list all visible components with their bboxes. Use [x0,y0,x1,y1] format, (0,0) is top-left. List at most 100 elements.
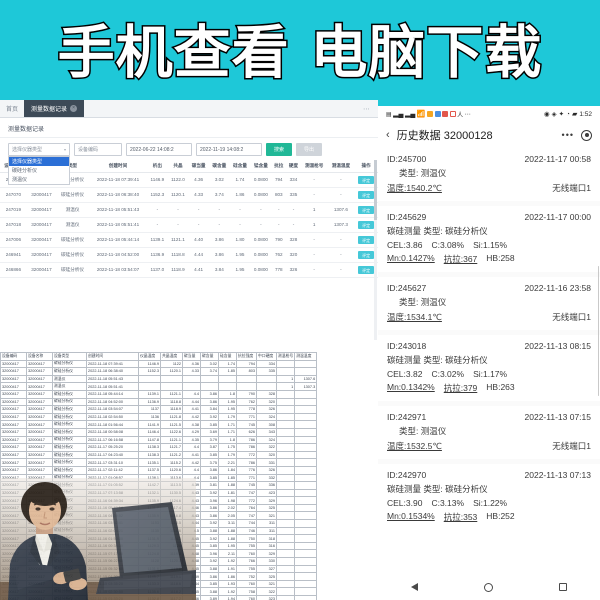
excel-row[interactable]: 32000417 32000417 碳硅分析仪 2022-11-17 02:11:42… [0,465,318,475]
excel-cell-2: 碳硅分析仪 [52,359,87,369]
entry-measure-row: 碳硅测量 类型: 碳硅分析仪 [387,484,488,494]
excel-row[interactable]: 32000417 32000417 测温仪 2022-11-18 05:51:43 1 1… [0,374,318,384]
table-row[interactable]: 247019 32000417 测温仪 2022-11-18 05:51:43- - - -… [0,202,378,218]
history-entry-card[interactable]: ID:245700 2022-11-17 00:58 类型: 测温仪 温度:1540.… [378,148,600,201]
table-cell-12: - [300,187,328,203]
excel-cell-12 [294,534,318,543]
history-entry-card[interactable]: ID:245629 2022-11-17 00:00 碳硅测量 类型: 碳硅分析仪 C… [378,206,600,272]
entry-timestamp: 2022-11-13 07:15 [524,412,591,422]
history-entry-card[interactable]: ID:243018 2022-11-13 08:15 碳硅测量 类型: 碳硅分析仪 C… [378,335,600,401]
date-from-input[interactable]: 2022-06-22 14:08:2 [126,143,192,156]
table-row[interactable]: 246941 32000417 碳硅分析仪 2022-11-18 04:52:00 11… [0,247,378,263]
home-circle-icon[interactable] [484,582,493,592]
evaluate-button[interactable]: 评定 [358,266,375,274]
entry-temperature: 温度:1532.5℃ [387,441,442,451]
excel-row[interactable]: 32000417 32000417 测温仪 2022-11-18 05:51:41 1 1… [0,382,318,391]
table-cell-6: - [188,217,209,233]
excel-cell-8: 1.85 [218,367,237,376]
excel-cell-5: 1121.1 [160,389,183,399]
dropdown-option-2[interactable]: 测温仪 [9,175,69,184]
excel-row[interactable]: 32000417 32000417 碳硅分析仪 2022-11-18 06:38:40… [0,367,318,376]
table-row[interactable]: 246866 32000417 碳硅分析仪 2022-11-18 03:54:07 11… [0,262,378,278]
back-triangle-icon[interactable] [411,583,418,591]
excel-row[interactable]: 32000417 32000417 碳硅分析仪 2022-11-18 04:52:00… [0,397,318,407]
table-cell-9: 0.0800 [250,262,272,278]
close-circle-icon[interactable] [581,129,592,141]
recents-square-icon[interactable] [559,583,567,591]
table-row[interactable]: 247018 32000417 测温仪 2022-11-18 05:51:41- - - -… [0,217,378,233]
entry-si: Si:1.17% [473,369,508,379]
excel-cell-11 [275,488,296,498]
back-icon[interactable]: ‹ [386,129,390,141]
table-cell-1: 32000417 [26,217,57,233]
table-scrollbar-thumb[interactable] [374,160,377,220]
table-cell-6: 4.36 [188,172,209,188]
evaluate-button[interactable]: 评定 [358,251,375,259]
excel-cell-4: 1147.8 [138,435,161,445]
device-type-select[interactable]: 选择仪器类型 ▾ [8,143,70,156]
excel-cell-9: 755 [236,564,257,574]
excel-cell-12 [294,443,318,452]
excel-row[interactable]: 32000417 32000417 碳硅分析仪 2022-11-17 04:23:40… [0,450,318,460]
evaluate-button[interactable]: 评定 [358,191,375,199]
excel-cell-8: 1.84 [218,465,237,475]
excel-row[interactable]: 32000417 32000417 碳硅分析仪 2022-11-18 07:39:41… [0,359,318,369]
table-cell-5: 1118.9 [167,262,189,278]
table-body: 24714432000417碳硅分析仪2022-11-18 07:39:4111… [0,172,378,278]
table-cell-7: 3.86 [208,247,230,263]
excel-cell-11: 1 [275,382,296,391]
phone-scrollbar[interactable] [597,266,599,396]
dropdown-option-1[interactable]: 碳硅分析仪 [9,166,69,175]
signal-icon: ▂▄ [393,111,404,118]
excel-cell-5: 1118.8 [160,397,183,407]
excel-row[interactable]: 32000417 32000417 碳硅分析仪 2022-11-18 00:58:08… [0,427,318,437]
table-row[interactable]: 247006 32000417 碳硅分析仪 2022-11-18 05:44:14 11… [0,232,378,248]
tab-measurement-records[interactable]: 测量数据记录 × [24,100,85,117]
history-entry-card[interactable]: ID:242971 2022-11-13 07:15 类型: 测温仪 温度:1532.… [378,406,600,459]
export-button[interactable]: 导出 [296,143,323,156]
history-entry-card[interactable]: ID:242970 2022-11-13 07:13 碳硅测量 类型: 碳硅分析仪 C… [378,464,600,530]
table-cell-12: - [300,262,328,278]
excel-cell-12 [294,405,318,414]
excel-cell-6: 4.42 [182,458,201,467]
evaluate-button[interactable]: 评定 [358,221,375,229]
table-row[interactable]: 247070 32000417 碳硅分析仪 2022-11-18 06:38:40 11… [0,187,378,203]
evaluate-button[interactable]: 评定 [358,236,375,244]
excel-header-7: 碳含量 [200,352,219,361]
excel-row[interactable]: 32000417 32000417 碳硅分析仪 2022-11-18 03:54:07… [0,405,318,414]
bluetooth-icon: ✦ [558,111,565,118]
close-icon[interactable]: × [70,105,78,112]
excel-cell-8: 1.8 [218,389,237,399]
excel-row[interactable]: 32000417 32000417 碳硅分析仪 2022-11-18 05:44:14… [0,389,318,399]
evaluate-button[interactable]: 评定 [358,176,375,184]
table-cell-3: 2022-11-18 03:54:07 [88,262,148,278]
device-type-dropdown[interactable]: 选择仪器类型 碳硅分析仪 测温仪 [8,156,70,185]
search-button[interactable]: 搜索 [266,143,293,156]
excel-cell-11 [275,412,296,422]
excel-row[interactable]: 32000417 32000417 碳硅分析仪 2022-11-18 02:54:50… [0,412,318,422]
excel-cell-6 [182,382,201,391]
excel-cell-11 [275,526,296,536]
excel-header-11: 测温枪号 [275,352,296,361]
excel-cell-7: 3.85 [200,420,219,429]
more-icon[interactable]: ⋯ [355,100,378,117]
table-cell-0: 247070 [0,187,27,203]
overflow-menu-icon[interactable]: ••• [562,130,574,140]
tab-home[interactable]: 首页 [0,100,24,117]
excel-row[interactable]: 32000417 32000417 碳硅分析仪 2022-11-17 03:31:10… [0,458,318,467]
excel-cell-10: 343 [256,427,277,437]
date-to-input[interactable]: 2022-11-19 14:08:2 [196,143,262,156]
excel-cell-8: 2.02 [218,503,237,513]
dropdown-option-0[interactable]: 选择仪器类型 [9,157,69,166]
device-code-input[interactable]: 设备编码 [74,143,122,156]
table-scrollbar[interactable] [374,160,377,340]
table-cell-1: 32000417 [26,232,57,248]
excel-row[interactable]: 32000417 32000417 碳硅分析仪 2022-11-18 01:56:44… [0,420,318,429]
excel-row[interactable]: 32000417 32000417 碳硅分析仪 2022-11-17 06:16:58… [0,435,318,445]
excel-cell-11 [275,450,296,460]
evaluate-button[interactable]: 评定 [358,206,375,214]
excel-cell-9: 760 [236,549,257,559]
history-entry-card[interactable]: ID:245627 2022-11-16 23:58 类型: 测温仪 温度:1534.… [378,277,600,330]
excel-cell-8: 1.88 [218,481,237,490]
excel-row[interactable]: 32000417 32000417 碳硅分析仪 2022-11-17 05:25:20… [0,443,318,452]
